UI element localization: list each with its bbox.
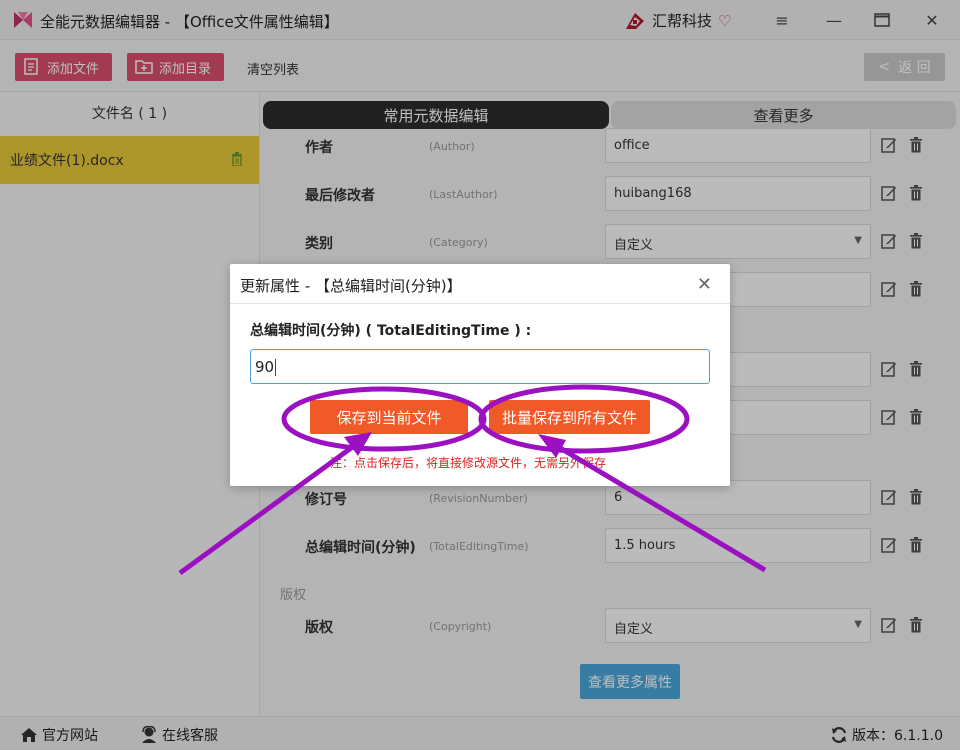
update-property-dialog: 更新属性 - 【总编辑时间(分钟)】 ✕ 总编辑时间(分钟) ( TotalEd…	[230, 264, 730, 486]
save-current-button[interactable]: 保存到当前文件	[310, 400, 468, 434]
dialog-header: 更新属性 - 【总编辑时间(分钟)】 ✕	[230, 264, 730, 304]
save-all-button[interactable]: 批量保存到所有文件	[489, 400, 650, 434]
input-value: 90	[255, 358, 275, 376]
text-caret	[275, 359, 277, 376]
dialog-field-label: 总编辑时间(分钟) ( TotalEditingTime ) :	[250, 323, 532, 339]
dialog-note: 注：点击保存后，将直接修改源文件，无需另外保存	[330, 456, 607, 470]
dialog-title: 更新属性 - 【总编辑时间(分钟)】	[240, 277, 462, 295]
close-icon[interactable]: ✕	[697, 274, 712, 295]
total-editing-time-input[interactable]: 90	[250, 349, 710, 384]
